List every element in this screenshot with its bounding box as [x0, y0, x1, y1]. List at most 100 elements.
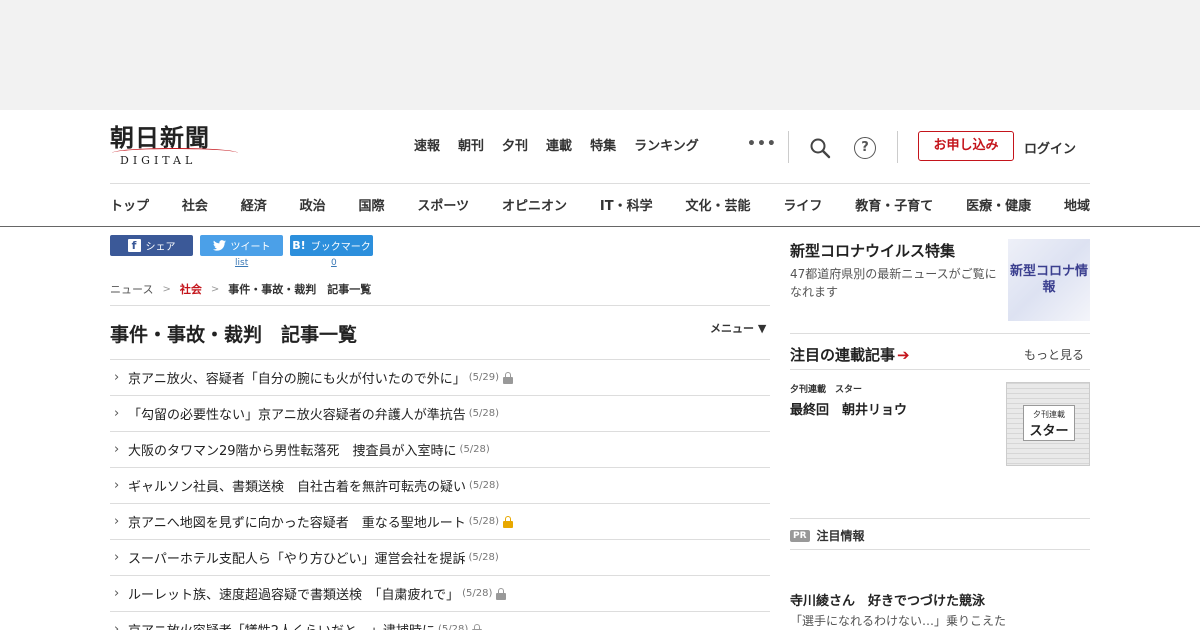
- top-nav-item[interactable]: 夕刊: [502, 138, 528, 156]
- covid-thumbnail-text: 新型コロナ情報: [1009, 264, 1088, 295]
- category-nav-item[interactable]: 経済: [241, 195, 267, 214]
- breadcrumb: ニュース > 社会 > 事件・事故・裁判 記事一覧: [110, 281, 371, 297]
- category-nav-item[interactable]: オピニオン: [502, 195, 567, 214]
- chevron-right-icon: ›: [114, 586, 120, 601]
- article-title[interactable]: 大阪のタワマン29階から男性転落死 捜査員が入室時に: [128, 440, 457, 459]
- article-list-item[interactable]: › ルーレット族、速度超過容疑で書類送検 「自粛疲れで」 (5/28): [110, 575, 770, 611]
- article-list-item[interactable]: › 大阪のタワマン29階から男性転落死 捜査員が入室時に (5/28): [110, 431, 770, 467]
- arrow-right-icon: ➔: [897, 346, 910, 364]
- header-divider-line: [110, 183, 1090, 184]
- login-link[interactable]: ログイン: [1024, 138, 1076, 157]
- article-date: (5/29): [468, 372, 500, 383]
- header-bottom-border: [0, 226, 1200, 227]
- article-list-item[interactable]: › 京アニ放火容疑者「犠牲2人くらいだと…」逮捕時に(5/28): [110, 611, 770, 630]
- sidebar-divider: [790, 369, 1090, 370]
- top-nav-item[interactable]: ランキング: [634, 138, 699, 156]
- chevron-right-icon: ›: [114, 622, 120, 630]
- breadcrumb-item[interactable]: 社会: [180, 281, 202, 297]
- article-date: (5/28): [459, 444, 490, 455]
- subscribe-button[interactable]: お申し込み: [918, 131, 1014, 161]
- article-date: (5/28): [438, 624, 469, 630]
- logo-arc: [112, 148, 238, 158]
- header-divider: [788, 131, 789, 163]
- more-menu-icon[interactable]: •••: [747, 136, 777, 152]
- breadcrumb-item[interactable]: ニュース: [110, 281, 153, 297]
- article-title[interactable]: スーパーホテル支配人ら「やり方ひどい」運営会社を提訴: [128, 548, 465, 567]
- serial-kicker: 夕刊連載 スター: [790, 385, 863, 395]
- serial-thumbnail-title: スター: [1029, 424, 1069, 439]
- article-list-item[interactable]: › ギャルソン社員、書類送検 自社古着を無許可転売の疑い (5/28): [110, 467, 770, 503]
- serial-thumbnail[interactable]: 夕刊連載 スター: [1006, 382, 1090, 466]
- article-title[interactable]: 京アニへ地図を見ずに向かった容疑者 重なる聖地ルート: [128, 512, 466, 531]
- members-lock-icon: [503, 371, 514, 384]
- facebook-icon: f: [127, 239, 141, 252]
- hatena-bookmark-button[interactable]: B! ブックマーク: [290, 235, 373, 256]
- covid-special-title[interactable]: 新型コロナウイルス特集: [790, 240, 955, 261]
- top-nav-item[interactable]: 朝刊: [458, 138, 484, 156]
- category-nav: トップ 社会 経済 政治 国際 スポーツ オピニオン IT・科学 文化・芸能 ラ…: [110, 195, 1090, 214]
- search-icon[interactable]: [808, 136, 832, 160]
- category-nav-item[interactable]: 国際: [359, 195, 385, 214]
- twitter-share-button[interactable]: ツイート: [200, 235, 283, 256]
- article-list-item[interactable]: › 京アニ放火、容疑者「自分の腕にも火が付いたので外に」 (5/29): [110, 359, 770, 395]
- article-title[interactable]: 京アニ放火容疑者「犠牲2人くらいだと…」逮捕時に: [128, 620, 435, 630]
- category-nav-item[interactable]: 地域: [1064, 195, 1090, 214]
- article-list: › 京アニ放火、容疑者「自分の腕にも火が付いたので外に」 (5/29) › 「勾留の必要…: [110, 359, 770, 630]
- sidebar-divider: [790, 333, 1090, 334]
- share-buttons: f シェア ツイート B! ブックマーク: [110, 235, 373, 256]
- breadcrumb-separator: >: [210, 283, 220, 295]
- hatena-bookmark-label: ブックマーク: [310, 242, 371, 253]
- facebook-share-button[interactable]: f シェア: [110, 235, 193, 256]
- top-nav-item[interactable]: 特集: [590, 138, 616, 156]
- top-nav: 速報 朝刊 夕刊 連載 特集 ランキング: [414, 138, 717, 156]
- hatena-icon: B!: [292, 239, 306, 252]
- category-nav-item[interactable]: 教育・子育て: [855, 195, 933, 214]
- article-title[interactable]: 京アニ放火、容疑者「自分の腕にも火が付いたので外に」: [128, 368, 466, 387]
- article-list-item[interactable]: › 京アニへ地図を見ずに向かった容疑者 重なる聖地ルート (5/28): [110, 503, 770, 539]
- category-nav-item[interactable]: 文化・芸能: [685, 195, 750, 214]
- chevron-right-icon: ›: [114, 442, 120, 457]
- category-nav-item[interactable]: 政治: [300, 195, 326, 214]
- breadcrumb-current: 事件・事故・裁判 記事一覧: [228, 283, 372, 296]
- hatena-count-link[interactable]: 0: [331, 258, 337, 268]
- top-nav-item[interactable]: 速報: [414, 138, 440, 156]
- featured-serial-heading-text: 注目の連載記事: [790, 346, 896, 364]
- article-list-item[interactable]: › 「勾留の必要性ない」京アニ放火容疑者の弁護人が準抗告 (5/28): [110, 395, 770, 431]
- featured-serial-heading[interactable]: 注目の連載記事 ➔: [790, 344, 910, 365]
- article-title[interactable]: 「勾留の必要性ない」京アニ放火容疑者の弁護人が準抗告: [128, 404, 466, 423]
- twitter-count-link[interactable]: list: [235, 258, 248, 268]
- chevron-right-icon: ›: [114, 550, 120, 565]
- covid-special-thumbnail[interactable]: 新型コロナ情報: [1008, 239, 1090, 321]
- sidebar-divider: [790, 518, 1090, 519]
- chevron-right-icon: ›: [114, 406, 120, 421]
- chevron-right-icon: ›: [114, 514, 120, 529]
- article-title[interactable]: ルーレット族、速度超過容疑で書類送検 「自粛疲れで」: [128, 584, 459, 603]
- category-nav-item[interactable]: スポーツ: [417, 195, 469, 214]
- help-icon[interactable]: ?: [854, 137, 876, 159]
- twitter-share-label: ツイート: [230, 242, 271, 253]
- category-nav-item[interactable]: トップ: [110, 195, 149, 214]
- chevron-right-icon: ›: [114, 478, 120, 493]
- pr-article-title[interactable]: 寺川綾さん 好きでつづけた競泳: [790, 590, 985, 609]
- category-nav-item[interactable]: 社会: [182, 195, 208, 214]
- article-date: (5/28): [468, 516, 500, 527]
- site-logo[interactable]: 朝日新聞 DIGITAL: [110, 124, 240, 170]
- top-nav-item[interactable]: 連載: [546, 138, 572, 156]
- article-list-item[interactable]: › スーパーホテル支配人ら「やり方ひどい」運営会社を提訴 (5/28): [110, 539, 770, 575]
- members-lock-icon: [496, 587, 507, 600]
- article-date: (5/28): [468, 408, 500, 419]
- menu-dropdown-toggle[interactable]: メニュー ▼: [710, 320, 766, 336]
- chevron-right-icon: ›: [114, 370, 120, 385]
- see-more-link[interactable]: もっと見る: [1024, 346, 1084, 363]
- category-nav-item[interactable]: IT・科学: [600, 195, 653, 214]
- breadcrumb-divider: [110, 305, 770, 306]
- serial-article-title[interactable]: 最終回 朝井リョウ: [790, 399, 907, 418]
- header-divider: [897, 131, 898, 163]
- category-nav-item[interactable]: ライフ: [783, 195, 822, 214]
- serial-thumbnail-label: 夕刊連載: [1033, 410, 1065, 419]
- article-title[interactable]: ギャルソン社員、書類送検 自社古着を無許可転売の疑い: [128, 476, 466, 495]
- covid-special-description: 47都道府県別の最新ニュースがご覧になれます: [790, 267, 997, 299]
- pr-article-description: 「選手になれるわけない…」乗りこえた: [790, 614, 1007, 628]
- category-nav-item[interactable]: 医療・健康: [966, 195, 1031, 214]
- premium-lock-icon: [503, 515, 514, 528]
